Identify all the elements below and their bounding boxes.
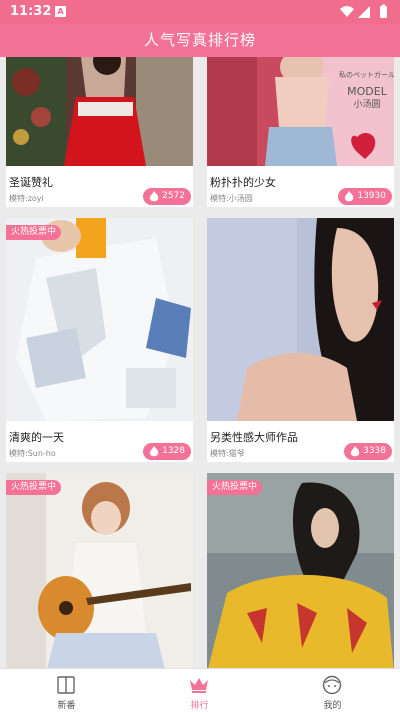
- notification-icon: A: [55, 6, 66, 17]
- card-title: 粉扑扑的少女: [210, 176, 276, 189]
- photo-caption: 私のペットガール: [339, 70, 394, 79]
- tab-label: 排行: [190, 701, 209, 711]
- tab-label: 我的: [323, 701, 342, 711]
- card-model: 模特:小汤圆: [210, 194, 253, 203]
- card-photo[interactable]: [207, 473, 394, 668]
- hot-voting-badge: 火热投票中: [6, 480, 62, 495]
- flame-icon: [149, 191, 159, 202]
- like-count-badge[interactable]: 1328: [143, 443, 191, 460]
- photo-caption: MODEL: [347, 85, 388, 98]
- wifi-icon: [340, 6, 354, 17]
- card-model: 模特:zoyi: [9, 194, 44, 203]
- like-count: 3338: [363, 446, 386, 456]
- tab-ranking[interactable]: 排行: [133, 669, 266, 712]
- card-photo[interactable]: [207, 218, 394, 421]
- flame-icon: [350, 446, 360, 457]
- photo-card[interactable]: 私のペットガール MODEL 小汤圆 粉扑扑的少女 模特:小汤圆 13930: [207, 57, 394, 207]
- photo-card[interactable]: 圣诞赞礼 模特:zoyi 2572: [6, 57, 193, 207]
- card-title: 圣诞赞礼: [9, 176, 53, 189]
- photo-card[interactable]: 另类性感大师作品 模特:猫爷 3338: [207, 218, 394, 462]
- tab-new[interactable]: 新番: [0, 669, 133, 712]
- face-icon: [322, 675, 342, 695]
- tab-label: 新番: [57, 701, 76, 711]
- like-count: 2572: [162, 191, 185, 201]
- book-icon: [57, 676, 75, 694]
- photo-card[interactable]: 火热投票中: [6, 473, 193, 668]
- flame-icon: [345, 191, 354, 202]
- status-bar: 11:32 A: [0, 0, 400, 24]
- photo-card[interactable]: 火热投票中: [207, 473, 394, 668]
- like-count-badge[interactable]: 2572: [143, 188, 191, 205]
- bottom-tab-bar: 新番 排行 我的: [0, 668, 400, 712]
- card-photo[interactable]: [6, 473, 193, 668]
- card-photo[interactable]: [6, 218, 193, 421]
- card-photo[interactable]: 私のペットガール MODEL 小汤圆: [207, 57, 394, 166]
- like-count-badge[interactable]: 3338: [344, 443, 392, 460]
- like-count-badge[interactable]: 13930: [338, 188, 392, 205]
- card-model: 模特:猫爷: [210, 449, 245, 458]
- card-photo[interactable]: [6, 57, 193, 166]
- hot-voting-badge: 火热投票中: [207, 480, 263, 495]
- photo-grid[interactable]: 圣诞赞礼 模特:zoyi 2572 私のペットガール MODEL 小汤圆 粉扑扑…: [0, 57, 400, 668]
- system-icons: [340, 4, 387, 18]
- card-title: 清爽的一天: [9, 431, 64, 444]
- page-title: 人气写真排行榜: [143, 31, 256, 49]
- card-model: 模特:Sun-ho: [9, 449, 56, 458]
- like-count: 13930: [357, 191, 386, 201]
- crown-icon: [190, 678, 208, 693]
- card-title: 另类性感大师作品: [210, 431, 298, 444]
- photo-caption: 小汤圆: [353, 99, 380, 110]
- flame-icon: [149, 446, 159, 457]
- app-bar: 人气写真排行榜: [0, 24, 400, 57]
- signal-icon: [358, 6, 370, 18]
- like-count: 1328: [162, 446, 185, 456]
- photo-card[interactable]: 火热投票中 清爽的一天 模特:Sun-ho 1328: [6, 218, 193, 462]
- tab-mine[interactable]: 我的: [266, 669, 399, 712]
- status-time: 11:32: [10, 4, 52, 19]
- hot-voting-badge: 火热投票中: [6, 225, 62, 240]
- battery-icon: [380, 6, 387, 18]
